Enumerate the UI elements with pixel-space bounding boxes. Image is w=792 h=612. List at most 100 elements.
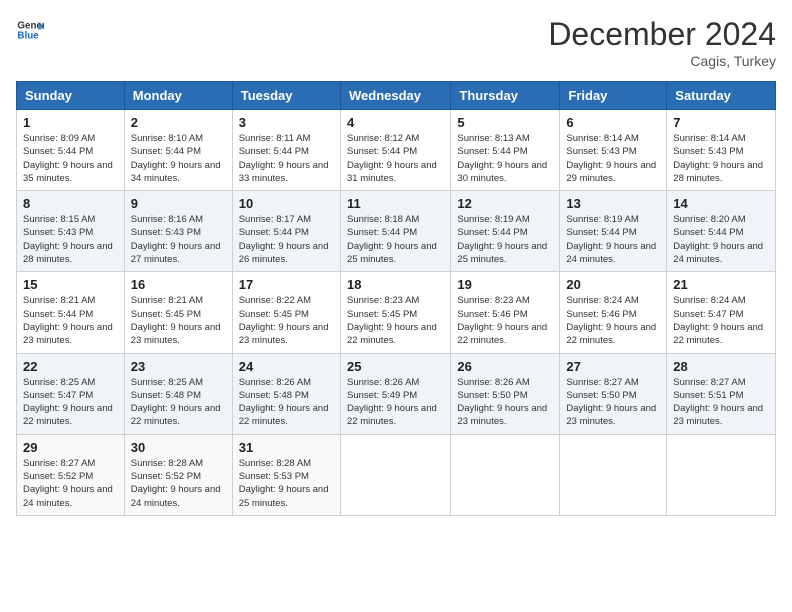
- day-info: Sunrise: 8:24 AMSunset: 5:47 PMDaylight:…: [673, 294, 769, 347]
- logo-icon: General Blue: [16, 16, 44, 44]
- calendar-cell: 15 Sunrise: 8:21 AMSunset: 5:44 PMDayligh…: [17, 272, 125, 353]
- day-number: 26: [457, 359, 553, 374]
- calendar-cell: 17Sunrise: 8:22 AMSunset: 5:45 PMDayligh…: [232, 272, 340, 353]
- week-row-4: 22Sunrise: 8:25 AMSunset: 5:47 PMDayligh…: [17, 353, 776, 434]
- column-header-friday: Friday: [560, 82, 667, 110]
- calendar-cell: 23 Sunrise: 8:25 AMSunset: 5:48 PMDayligh…: [124, 353, 232, 434]
- day-info: Sunrise: 8:26 AMSunset: 5:49 PMDaylight:…: [347, 376, 444, 429]
- calendar-cell: 30 Sunrise: 8:28 AMSunset: 5:52 PMDayligh…: [124, 434, 232, 515]
- day-info: Sunrise: 8:27 AMSunset: 5:52 PMDaylight:…: [23, 457, 118, 510]
- day-number: 27: [566, 359, 660, 374]
- calendar-cell: 8 Sunrise: 8:15 AMSunset: 5:43 PMDaylight…: [17, 191, 125, 272]
- calendar-header-row: SundayMondayTuesdayWednesdayThursdayFrid…: [17, 82, 776, 110]
- column-header-thursday: Thursday: [451, 82, 560, 110]
- day-info: Sunrise: 8:14 AMSunset: 5:43 PMDaylight:…: [673, 132, 769, 185]
- day-number: 20: [566, 277, 660, 292]
- day-number: 31: [239, 440, 334, 455]
- day-number: 25: [347, 359, 444, 374]
- column-header-wednesday: Wednesday: [340, 82, 450, 110]
- month-title: December 2024: [548, 16, 776, 53]
- day-number: 6: [566, 115, 660, 130]
- calendar-cell: 21 Sunrise: 8:24 AMSunset: 5:47 PMDayligh…: [667, 272, 776, 353]
- day-info: Sunrise: 8:12 AMSunset: 5:44 PMDaylight:…: [347, 132, 444, 185]
- calendar-cell: 16Sunrise: 8:21 AMSunset: 5:45 PMDayligh…: [124, 272, 232, 353]
- column-header-sunday: Sunday: [17, 82, 125, 110]
- calendar-cell: 29 Sunrise: 8:27 AMSunset: 5:52 PMDayligh…: [17, 434, 125, 515]
- day-info: Sunrise: 8:27 AMSunset: 5:51 PMDaylight:…: [673, 376, 769, 429]
- svg-text:Blue: Blue: [17, 30, 39, 41]
- day-number: 29: [23, 440, 118, 455]
- calendar-cell: 9Sunrise: 8:16 AMSunset: 5:43 PMDaylight…: [124, 191, 232, 272]
- calendar-cell: [340, 434, 450, 515]
- calendar-cell: [667, 434, 776, 515]
- day-number: 10: [239, 196, 334, 211]
- calendar-cell: 19 Sunrise: 8:23 AMSunset: 5:46 PMDayligh…: [451, 272, 560, 353]
- week-row-1: 1 Sunrise: 8:09 AMSunset: 5:44 PMDaylight…: [17, 110, 776, 191]
- calendar-cell: 25 Sunrise: 8:26 AMSunset: 5:49 PMDayligh…: [340, 353, 450, 434]
- week-row-2: 8 Sunrise: 8:15 AMSunset: 5:43 PMDaylight…: [17, 191, 776, 272]
- day-info: Sunrise: 8:28 AMSunset: 5:53 PMDaylight:…: [239, 457, 334, 510]
- day-info: Sunrise: 8:26 AMSunset: 5:50 PMDaylight:…: [457, 376, 553, 429]
- calendar-cell: 4Sunrise: 8:12 AMSunset: 5:44 PMDaylight…: [340, 110, 450, 191]
- day-info: Sunrise: 8:10 AMSunset: 5:44 PMDaylight:…: [131, 132, 226, 185]
- page-header: General Blue December 2024 Cagis, Turkey: [16, 16, 776, 69]
- calendar-cell: [451, 434, 560, 515]
- day-info: Sunrise: 8:18 AMSunset: 5:44 PMDaylight:…: [347, 213, 444, 266]
- day-info: Sunrise: 8:25 AMSunset: 5:47 PMDaylight:…: [23, 376, 118, 429]
- calendar-cell: 11 Sunrise: 8:18 AMSunset: 5:44 PMDayligh…: [340, 191, 450, 272]
- calendar-cell: 2 Sunrise: 8:10 AMSunset: 5:44 PMDaylight…: [124, 110, 232, 191]
- day-info: Sunrise: 8:20 AMSunset: 5:44 PMDaylight:…: [673, 213, 769, 266]
- day-number: 15: [23, 277, 118, 292]
- calendar-cell: 24Sunrise: 8:26 AMSunset: 5:48 PMDayligh…: [232, 353, 340, 434]
- calendar-cell: 10 Sunrise: 8:17 AMSunset: 5:44 PMDayligh…: [232, 191, 340, 272]
- day-number: 2: [131, 115, 226, 130]
- day-info: Sunrise: 8:09 AMSunset: 5:44 PMDaylight:…: [23, 132, 118, 185]
- day-number: 21: [673, 277, 769, 292]
- day-info: Sunrise: 8:22 AMSunset: 5:45 PMDaylight:…: [239, 294, 334, 347]
- day-number: 30: [131, 440, 226, 455]
- day-number: 23: [131, 359, 226, 374]
- column-header-tuesday: Tuesday: [232, 82, 340, 110]
- day-info: Sunrise: 8:25 AMSunset: 5:48 PMDaylight:…: [131, 376, 226, 429]
- calendar-cell: 28 Sunrise: 8:27 AMSunset: 5:51 PMDayligh…: [667, 353, 776, 434]
- calendar-cell: 5Sunrise: 8:13 AMSunset: 5:44 PMDaylight…: [451, 110, 560, 191]
- day-number: 3: [239, 115, 334, 130]
- day-info: Sunrise: 8:21 AMSunset: 5:44 PMDaylight:…: [23, 294, 118, 347]
- calendar-cell: 13Sunrise: 8:19 AMSunset: 5:44 PMDayligh…: [560, 191, 667, 272]
- calendar-cell: 18 Sunrise: 8:23 AMSunset: 5:45 PMDayligh…: [340, 272, 450, 353]
- calendar-cell: 27 Sunrise: 8:27 AMSunset: 5:50 PMDayligh…: [560, 353, 667, 434]
- day-info: Sunrise: 8:19 AMSunset: 5:44 PMDaylight:…: [457, 213, 553, 266]
- calendar-cell: 12 Sunrise: 8:19 AMSunset: 5:44 PMDayligh…: [451, 191, 560, 272]
- day-info: Sunrise: 8:28 AMSunset: 5:52 PMDaylight:…: [131, 457, 226, 510]
- day-info: Sunrise: 8:15 AMSunset: 5:43 PMDaylight:…: [23, 213, 118, 266]
- day-number: 11: [347, 196, 444, 211]
- day-number: 28: [673, 359, 769, 374]
- calendar-cell: 31 Sunrise: 8:28 AMSunset: 5:53 PMDayligh…: [232, 434, 340, 515]
- calendar-cell: 26 Sunrise: 8:26 AMSunset: 5:50 PMDayligh…: [451, 353, 560, 434]
- calendar-cell: [560, 434, 667, 515]
- day-number: 8: [23, 196, 118, 211]
- day-info: Sunrise: 8:23 AMSunset: 5:46 PMDaylight:…: [457, 294, 553, 347]
- calendar-cell: 6 Sunrise: 8:14 AMSunset: 5:43 PMDaylight…: [560, 110, 667, 191]
- day-info: Sunrise: 8:13 AMSunset: 5:44 PMDaylight:…: [457, 132, 553, 185]
- column-header-saturday: Saturday: [667, 82, 776, 110]
- column-header-monday: Monday: [124, 82, 232, 110]
- day-number: 18: [347, 277, 444, 292]
- day-info: Sunrise: 8:21 AMSunset: 5:45 PMDaylight:…: [131, 294, 226, 347]
- day-number: 19: [457, 277, 553, 292]
- day-info: Sunrise: 8:24 AMSunset: 5:46 PMDaylight:…: [566, 294, 660, 347]
- calendar-cell: 22Sunrise: 8:25 AMSunset: 5:47 PMDayligh…: [17, 353, 125, 434]
- day-info: Sunrise: 8:19 AMSunset: 5:44 PMDaylight:…: [566, 213, 660, 266]
- day-info: Sunrise: 8:17 AMSunset: 5:44 PMDaylight:…: [239, 213, 334, 266]
- title-area: December 2024 Cagis, Turkey: [548, 16, 776, 69]
- day-info: Sunrise: 8:23 AMSunset: 5:45 PMDaylight:…: [347, 294, 444, 347]
- day-number: 1: [23, 115, 118, 130]
- calendar-cell: 14Sunrise: 8:20 AMSunset: 5:44 PMDayligh…: [667, 191, 776, 272]
- day-info: Sunrise: 8:11 AMSunset: 5:44 PMDaylight:…: [239, 132, 334, 185]
- calendar-cell: 7 Sunrise: 8:14 AMSunset: 5:43 PMDaylight…: [667, 110, 776, 191]
- day-info: Sunrise: 8:14 AMSunset: 5:43 PMDaylight:…: [566, 132, 660, 185]
- day-info: Sunrise: 8:27 AMSunset: 5:50 PMDaylight:…: [566, 376, 660, 429]
- day-number: 7: [673, 115, 769, 130]
- day-number: 12: [457, 196, 553, 211]
- day-number: 9: [131, 196, 226, 211]
